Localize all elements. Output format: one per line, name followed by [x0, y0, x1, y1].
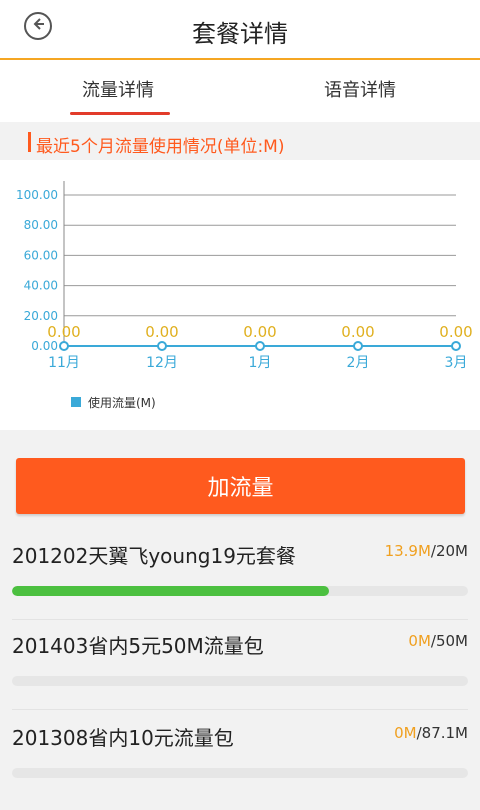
usage-chart-svg: 0.0020.0040.0060.0080.00100.000.0011月0.0…	[16, 181, 473, 410]
divider	[12, 619, 468, 620]
x-tick-label: 12月	[146, 355, 178, 371]
data-label: 0.00	[439, 323, 472, 341]
active-tab-indicator	[70, 112, 170, 115]
package-item[interactable]: 201308省内10元流量包 0M/87.1M	[0, 722, 480, 810]
package-usage: 13.9M/20M	[385, 542, 468, 560]
data-point	[157, 341, 167, 351]
header: 套餐详情	[0, 0, 480, 60]
package-usage: 0M/87.1M	[394, 724, 468, 742]
data-point	[59, 341, 69, 351]
x-tick-label: 11月	[48, 355, 80, 371]
section-marker	[28, 132, 31, 152]
x-tick-label: 1月	[249, 355, 272, 371]
y-tick-label: 80.00	[24, 218, 58, 232]
package-total: /50M	[430, 632, 468, 650]
package-item[interactable]: 201202天翼飞young19元套餐 13.9M/20M	[0, 540, 480, 628]
package-used: 0M	[394, 724, 417, 742]
y-tick-label: 100.00	[16, 188, 58, 202]
package-name: 201308省内10元流量包	[12, 726, 234, 750]
section-title: 最近5个月流量使用情况(单位:M)	[36, 137, 285, 157]
tab-bar: 流量详情 语音详情	[0, 60, 480, 122]
legend-label: 使用流量(M)	[88, 395, 156, 410]
page-title: 套餐详情	[192, 20, 288, 48]
data-point	[451, 341, 461, 351]
package-used: 0M	[408, 632, 431, 650]
package-name: 201403省内5元50M流量包	[12, 634, 264, 658]
y-tick-label: 40.00	[24, 279, 58, 293]
package-usage: 0M/50M	[408, 632, 468, 650]
data-label: 0.00	[341, 323, 374, 341]
x-tick-label: 3月	[445, 355, 468, 371]
y-tick-label: 60.00	[24, 248, 58, 262]
y-tick-label: 20.00	[24, 309, 58, 323]
usage-progress-bar	[12, 586, 468, 596]
usage-chart: 0.00 20.00 40.00 60.00 80.00 100.00 0.00 11月 0.0…	[0, 160, 480, 430]
tab-voice-usage[interactable]: 语音详情	[324, 76, 396, 102]
data-label: 0.00	[243, 323, 276, 341]
add-data-button[interactable]: 加流量	[16, 458, 465, 514]
package-item[interactable]: 201403省内5元50M流量包 0M/50M	[0, 630, 480, 718]
package-total: /87.1M	[416, 724, 468, 742]
legend-swatch	[71, 397, 81, 407]
usage-progress-bar	[12, 768, 468, 778]
divider	[12, 709, 468, 710]
x-tick-label: 2月	[347, 355, 370, 371]
usage-progress-fill	[12, 586, 329, 596]
data-label: 0.00	[47, 323, 80, 341]
data-point	[353, 341, 363, 351]
usage-progress-bar	[12, 676, 468, 686]
data-point	[255, 341, 265, 351]
package-used: 13.9M	[384, 542, 431, 560]
package-name: 201202天翼飞young19元套餐	[12, 544, 296, 568]
tab-data-usage[interactable]: 流量详情	[82, 76, 154, 102]
package-total: /20M	[430, 542, 468, 560]
data-label: 0.00	[145, 323, 178, 341]
y-tick-label: 0.00	[31, 339, 58, 353]
